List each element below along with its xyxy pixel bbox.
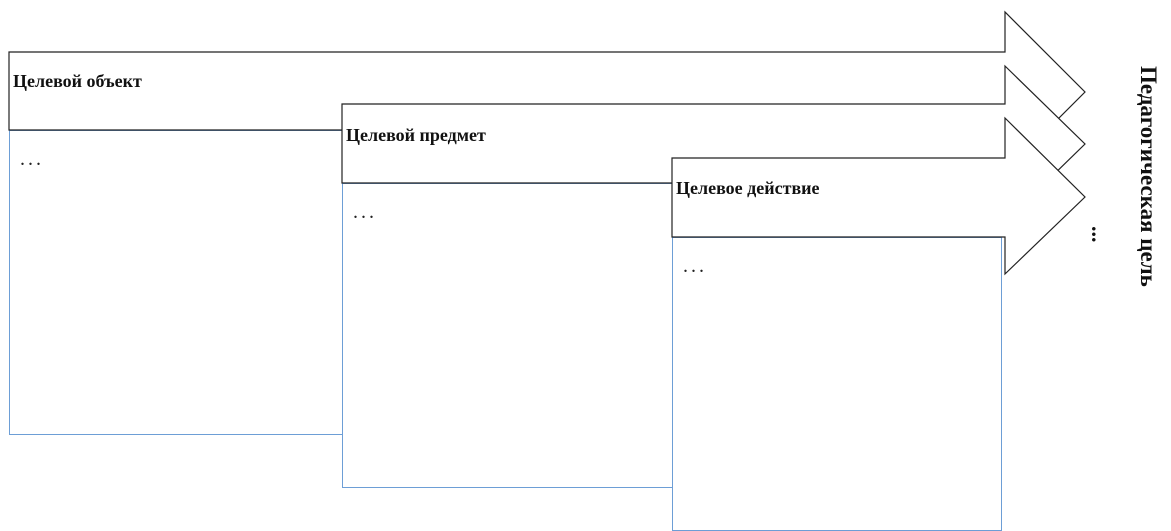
stage-1-title: Целевой объект <box>13 71 142 91</box>
diagram-canvas: ... ... ... Целевой объект Целевой предм… <box>0 0 1171 531</box>
arrows-layer <box>8 10 1086 276</box>
stage-2-title: Целевой предмет <box>346 125 486 145</box>
continuation-label: ... <box>1087 226 1112 243</box>
goal-label: Педагогическая цель <box>1136 66 1161 287</box>
stage-3-title: Целевое действие <box>676 178 820 198</box>
